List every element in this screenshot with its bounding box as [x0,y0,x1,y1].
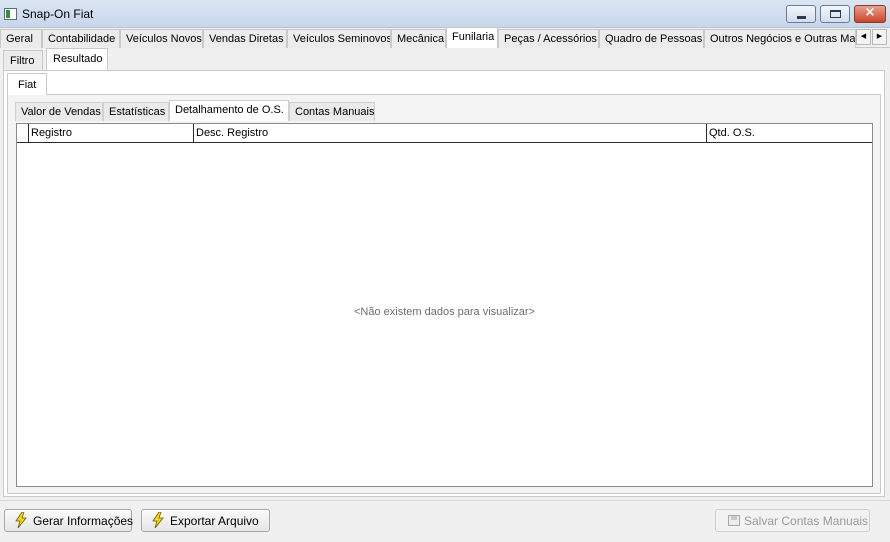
tab-pecas-acessorios[interactable]: Peças / Acessórios [498,29,599,48]
tab-detalhamento-os[interactable]: Detalhamento de O.S. [169,100,289,121]
tab-outros-negocios[interactable]: Outros Negócios e Outras Mar [704,29,856,48]
column-header-qtd-os[interactable]: Qtd. O.S. [706,124,872,143]
view-tab-strip: Filtro Resultado [0,48,890,70]
gerar-informacoes-label: Gerar Informações [33,514,134,528]
tab-resultado[interactable]: Resultado [46,48,108,70]
column-header-registro[interactable]: Registro [28,124,193,143]
empty-state-message: <Não existem dados para visualizar> [354,306,535,318]
exportar-arquivo-label: Exportar Arquivo [170,514,259,528]
tab-fiat[interactable]: Fiat [7,73,48,95]
tab-scroll-right-button[interactable]: ▶ [872,29,887,45]
tab-funilaria[interactable]: Funilaria [446,27,498,48]
salvar-contas-manuais-button[interactable]: Salvar Contas Manuais [715,509,870,532]
column-header-desc-registro[interactable]: Desc. Registro [193,124,706,143]
window-titlebar: Snap-On Fiat × [0,0,890,28]
save-disk-icon [728,515,740,526]
grid-header: Registro Desc. Registro Qtd. O.S. [17,124,872,143]
window-title: Snap-On Fiat [22,7,94,21]
tab-vendas-diretas[interactable]: Vendas Diretas [203,29,287,48]
tab-estatisticas[interactable]: Estatísticas [103,102,169,121]
data-grid[interactable]: Registro Desc. Registro Qtd. O.S. <Não e… [16,123,873,487]
maximize-icon [830,10,841,18]
tab-veiculos-novos[interactable]: Veículos Novos [120,29,203,48]
lightning-icon [152,512,164,528]
salvar-contas-manuais-label: Salvar Contas Manuais [744,514,869,528]
maximize-button[interactable] [820,5,850,23]
minimize-button[interactable] [786,5,816,23]
main-tab-strip: Geral Contabilidade Veículos Novos Venda… [0,27,890,48]
exportar-arquivo-button[interactable]: Exportar Arquivo [141,509,270,532]
tab-contabilidade[interactable]: Contabilidade [42,29,120,48]
tab-scroll-left-button[interactable]: ◀ [856,29,871,45]
app-icon [4,8,17,20]
tab-contas-manuais[interactable]: Contas Manuais [289,102,375,121]
gerar-informacoes-button[interactable]: Gerar Informações [4,509,134,532]
footer-bar: Gerar Informações Exportar Arquivo Salva… [0,500,890,542]
close-button[interactable]: × [854,5,886,23]
tab-veiculos-seminovos[interactable]: Veículos Seminovos [287,29,391,48]
minimize-icon [797,16,806,19]
result-panel: Fiat Valor de Vendas Estatísticas Detalh… [3,70,885,497]
tab-valor-de-vendas[interactable]: Valor de Vendas [15,102,103,121]
brand-panel: Valor de Vendas Estatísticas Detalhament… [7,94,881,494]
tab-quadro-de-pessoas[interactable]: Quadro de Pessoas [599,29,704,48]
tab-geral[interactable]: Geral [0,29,42,48]
lightning-icon [15,512,27,528]
tab-mecanica[interactable]: Mecânica [391,29,446,48]
row-indicator-header [17,124,28,143]
tab-filtro[interactable]: Filtro [3,50,43,70]
close-icon: × [864,5,876,20]
